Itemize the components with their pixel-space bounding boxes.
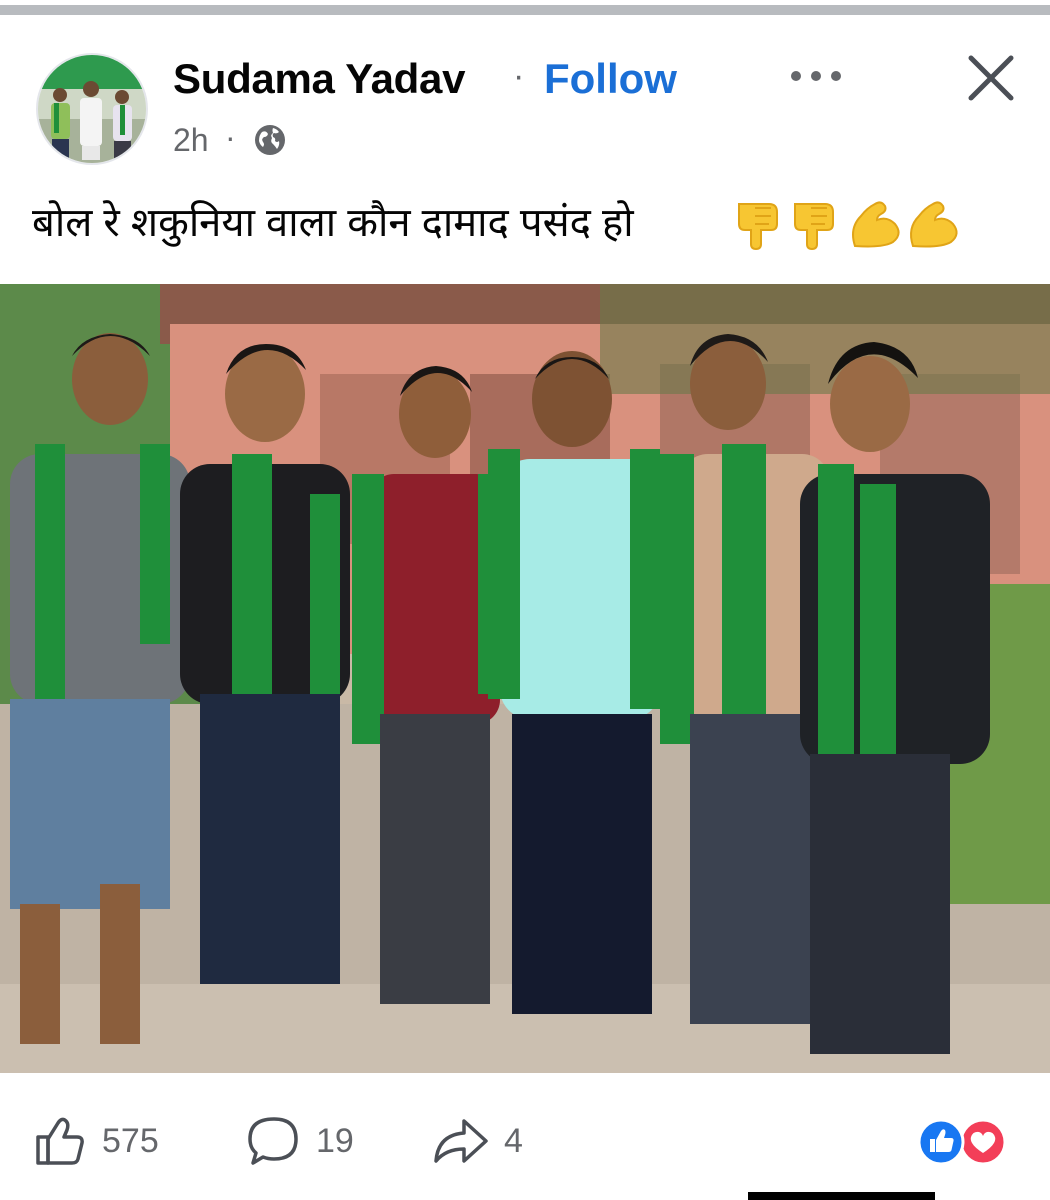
feed-divider: [0, 5, 1050, 15]
author-name[interactable]: Sudama Yadav: [173, 55, 465, 103]
share-button[interactable]: 4: [430, 1113, 523, 1169]
post-header: Sudama Yadav · Follow 2h ·: [0, 15, 1050, 165]
home-indicator: [748, 1192, 935, 1200]
post-photo[interactable]: [0, 284, 1050, 1073]
post-footer: 575 19 4: [0, 1073, 1050, 1200]
close-icon[interactable]: [966, 53, 1016, 103]
comment-icon: [248, 1117, 298, 1165]
comment-count: 19: [316, 1121, 354, 1160]
reactions-summary[interactable]: [915, 1117, 1015, 1167]
globe-icon: [253, 123, 287, 157]
like-reaction-icon: [917, 1118, 965, 1166]
comment-button[interactable]: 19: [246, 1113, 354, 1169]
backhand-index-pointing-down-icon: [738, 203, 778, 251]
follow-button[interactable]: Follow: [544, 55, 677, 103]
flexed-biceps-icon: [852, 201, 900, 248]
more-options-icon[interactable]: [787, 61, 845, 91]
backhand-index-pointing-down-icon: [794, 203, 834, 251]
post-timestamp[interactable]: 2h: [173, 122, 209, 159]
like-button[interactable]: 575: [32, 1113, 159, 1169]
post-caption: बोल रे शकुनिया वाला कौन दामाद पसंद हो: [32, 201, 634, 245]
share-icon: [434, 1119, 488, 1163]
like-count: 575: [102, 1121, 159, 1160]
name-separator: ·: [513, 57, 525, 95]
flexed-biceps-icon: [910, 201, 958, 248]
love-reaction-icon: [959, 1118, 1007, 1166]
timestamp-separator: ·: [225, 119, 236, 155]
share-count: 4: [504, 1121, 523, 1160]
like-icon: [36, 1117, 84, 1165]
author-avatar[interactable]: [36, 53, 148, 165]
caption-emojis: [735, 198, 965, 251]
